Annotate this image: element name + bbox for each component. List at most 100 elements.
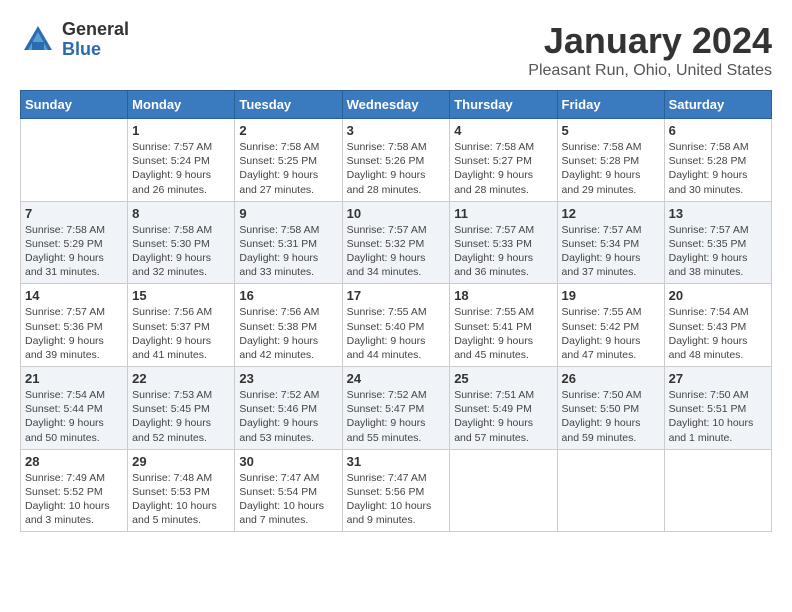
logo-text: General Blue xyxy=(62,20,129,60)
location: Pleasant Run, Ohio, United States xyxy=(528,62,772,80)
calendar-week-row: 14Sunrise: 7:57 AM Sunset: 5:36 PM Dayli… xyxy=(21,284,772,367)
calendar-cell xyxy=(21,119,128,202)
calendar-cell: 21 Sunrise: 7:54 AM Sunset: 5:44 PM Dayli… xyxy=(21,367,128,450)
day-info: Sunrise: 7:54 AM Sunset: 5:44 PM Dayligh… xyxy=(25,388,123,445)
day-number: 1 xyxy=(132,123,230,138)
calendar-cell: 26Sunrise: 7:50 AM Sunset: 5:50 PM Dayli… xyxy=(557,367,664,450)
calendar-cell: 3 Sunrise: 7:58 AM Sunset: 5:26 PM Daylig… xyxy=(342,119,450,202)
calendar-cell: 10 Sunrise: 7:57 AM Sunset: 5:32 PM Dayli… xyxy=(342,201,450,284)
day-info: Sunrise: 7:58 AM Sunset: 5:26 PM Dayligh… xyxy=(347,140,446,197)
logo-blue-text: Blue xyxy=(62,40,129,60)
calendar-cell: 27 Sunrise: 7:50 AM Sunset: 5:51 PM Dayli… xyxy=(664,367,771,450)
calendar-cell: 5Sunrise: 7:58 AM Sunset: 5:28 PM Daylig… xyxy=(557,119,664,202)
day-info: Sunrise: 7:52 AM Sunset: 5:46 PM Dayligh… xyxy=(239,388,337,445)
day-info: Sunrise: 7:58 AM Sunset: 5:29 PM Dayligh… xyxy=(25,223,123,280)
header-day: Sunday xyxy=(21,91,128,119)
day-number: 13 xyxy=(669,206,767,221)
day-info: Sunrise: 7:55 AM Sunset: 5:40 PM Dayligh… xyxy=(347,305,446,362)
logo-general-text: General xyxy=(62,20,129,40)
day-info: Sunrise: 7:57 AM Sunset: 5:32 PM Dayligh… xyxy=(347,223,446,280)
day-info: Sunrise: 7:53 AM Sunset: 5:45 PM Dayligh… xyxy=(132,388,230,445)
day-info: Sunrise: 7:51 AM Sunset: 5:49 PM Dayligh… xyxy=(454,388,552,445)
day-number: 15 xyxy=(132,288,230,303)
calendar-table: SundayMondayTuesdayWednesdayThursdayFrid… xyxy=(20,90,772,532)
day-info: Sunrise: 7:58 AM Sunset: 5:28 PM Dayligh… xyxy=(669,140,767,197)
day-info: Sunrise: 7:48 AM Sunset: 5:53 PM Dayligh… xyxy=(132,471,230,528)
day-info: Sunrise: 7:58 AM Sunset: 5:25 PM Dayligh… xyxy=(239,140,337,197)
day-info: Sunrise: 7:50 AM Sunset: 5:50 PM Dayligh… xyxy=(562,388,660,445)
day-info: Sunrise: 7:56 AM Sunset: 5:37 PM Dayligh… xyxy=(132,305,230,362)
header-day: Tuesday xyxy=(235,91,342,119)
day-number: 21 xyxy=(25,371,123,386)
header-row: SundayMondayTuesdayWednesdayThursdayFrid… xyxy=(21,91,772,119)
day-number: 19 xyxy=(562,288,660,303)
day-number: 6 xyxy=(669,123,767,138)
day-number: 3 xyxy=(347,123,446,138)
calendar-cell xyxy=(664,449,771,532)
day-info: Sunrise: 7:57 AM Sunset: 5:24 PM Dayligh… xyxy=(132,140,230,197)
calendar-week-row: 21 Sunrise: 7:54 AM Sunset: 5:44 PM Dayli… xyxy=(21,367,772,450)
day-number: 22 xyxy=(132,371,230,386)
day-info: Sunrise: 7:58 AM Sunset: 5:30 PM Dayligh… xyxy=(132,223,230,280)
day-info: Sunrise: 7:49 AM Sunset: 5:52 PM Dayligh… xyxy=(25,471,123,528)
day-number: 29 xyxy=(132,454,230,469)
day-info: Sunrise: 7:56 AM Sunset: 5:38 PM Dayligh… xyxy=(239,305,337,362)
header-day: Saturday xyxy=(664,91,771,119)
day-info: Sunrise: 7:52 AM Sunset: 5:47 PM Dayligh… xyxy=(347,388,446,445)
day-number: 12 xyxy=(562,206,660,221)
header-day: Wednesday xyxy=(342,91,450,119)
calendar-cell: 1 Sunrise: 7:57 AM Sunset: 5:24 PM Daylig… xyxy=(128,119,235,202)
day-info: Sunrise: 7:58 AM Sunset: 5:31 PM Dayligh… xyxy=(239,223,337,280)
calendar-body: 1 Sunrise: 7:57 AM Sunset: 5:24 PM Daylig… xyxy=(21,119,772,532)
day-info: Sunrise: 7:54 AM Sunset: 5:43 PM Dayligh… xyxy=(669,305,767,362)
header-day: Monday xyxy=(128,91,235,119)
calendar-cell: 12 Sunrise: 7:57 AM Sunset: 5:34 PM Dayli… xyxy=(557,201,664,284)
calendar-cell: 23 Sunrise: 7:52 AM Sunset: 5:46 PM Dayli… xyxy=(235,367,342,450)
month-title: January 2024 xyxy=(528,20,772,62)
day-number: 23 xyxy=(239,371,337,386)
day-number: 31 xyxy=(347,454,446,469)
calendar-cell: 9 Sunrise: 7:58 AM Sunset: 5:31 PM Daylig… xyxy=(235,201,342,284)
day-number: 5 xyxy=(562,123,660,138)
title-area: January 2024 Pleasant Run, Ohio, United … xyxy=(528,20,772,80)
day-number: 2 xyxy=(239,123,337,138)
day-number: 11 xyxy=(454,206,552,221)
calendar-cell: 28Sunrise: 7:49 AM Sunset: 5:52 PM Dayli… xyxy=(21,449,128,532)
day-number: 16 xyxy=(239,288,337,303)
day-number: 10 xyxy=(347,206,446,221)
calendar-cell: 13Sunrise: 7:57 AM Sunset: 5:35 PM Dayli… xyxy=(664,201,771,284)
calendar-cell xyxy=(557,449,664,532)
day-number: 27 xyxy=(669,371,767,386)
page-header: General Blue January 2024 Pleasant Run, … xyxy=(20,20,772,80)
day-number: 25 xyxy=(454,371,552,386)
calendar-cell: 20Sunrise: 7:54 AM Sunset: 5:43 PM Dayli… xyxy=(664,284,771,367)
day-info: Sunrise: 7:57 AM Sunset: 5:33 PM Dayligh… xyxy=(454,223,552,280)
day-number: 8 xyxy=(132,206,230,221)
day-info: Sunrise: 7:57 AM Sunset: 5:34 PM Dayligh… xyxy=(562,223,660,280)
day-info: Sunrise: 7:55 AM Sunset: 5:42 PM Dayligh… xyxy=(562,305,660,362)
day-info: Sunrise: 7:50 AM Sunset: 5:51 PM Dayligh… xyxy=(669,388,767,445)
logo: General Blue xyxy=(20,20,129,60)
calendar-week-row: 1 Sunrise: 7:57 AM Sunset: 5:24 PM Daylig… xyxy=(21,119,772,202)
day-info: Sunrise: 7:55 AM Sunset: 5:41 PM Dayligh… xyxy=(454,305,552,362)
calendar-cell: 4 Sunrise: 7:58 AM Sunset: 5:27 PM Daylig… xyxy=(450,119,557,202)
day-info: Sunrise: 7:57 AM Sunset: 5:36 PM Dayligh… xyxy=(25,305,123,362)
calendar-cell: 25 Sunrise: 7:51 AM Sunset: 5:49 PM Dayli… xyxy=(450,367,557,450)
calendar-cell: 7Sunrise: 7:58 AM Sunset: 5:29 PM Daylig… xyxy=(21,201,128,284)
calendar-cell: 15 Sunrise: 7:56 AM Sunset: 5:37 PM Dayli… xyxy=(128,284,235,367)
calendar-cell: 17Sunrise: 7:55 AM Sunset: 5:40 PM Dayli… xyxy=(342,284,450,367)
calendar-cell: 24Sunrise: 7:52 AM Sunset: 5:47 PM Dayli… xyxy=(342,367,450,450)
day-number: 9 xyxy=(239,206,337,221)
day-info: Sunrise: 7:47 AM Sunset: 5:54 PM Dayligh… xyxy=(239,471,337,528)
calendar-week-row: 7Sunrise: 7:58 AM Sunset: 5:29 PM Daylig… xyxy=(21,201,772,284)
calendar-header: SundayMondayTuesdayWednesdayThursdayFrid… xyxy=(21,91,772,119)
calendar-cell: 29 Sunrise: 7:48 AM Sunset: 5:53 PM Dayli… xyxy=(128,449,235,532)
calendar-cell xyxy=(450,449,557,532)
calendar-cell: 6 Sunrise: 7:58 AM Sunset: 5:28 PM Daylig… xyxy=(664,119,771,202)
header-day: Thursday xyxy=(450,91,557,119)
calendar-cell: 22 Sunrise: 7:53 AM Sunset: 5:45 PM Dayli… xyxy=(128,367,235,450)
day-number: 4 xyxy=(454,123,552,138)
day-info: Sunrise: 7:58 AM Sunset: 5:27 PM Dayligh… xyxy=(454,140,552,197)
calendar-cell: 19 Sunrise: 7:55 AM Sunset: 5:42 PM Dayli… xyxy=(557,284,664,367)
day-info: Sunrise: 7:47 AM Sunset: 5:56 PM Dayligh… xyxy=(347,471,446,528)
